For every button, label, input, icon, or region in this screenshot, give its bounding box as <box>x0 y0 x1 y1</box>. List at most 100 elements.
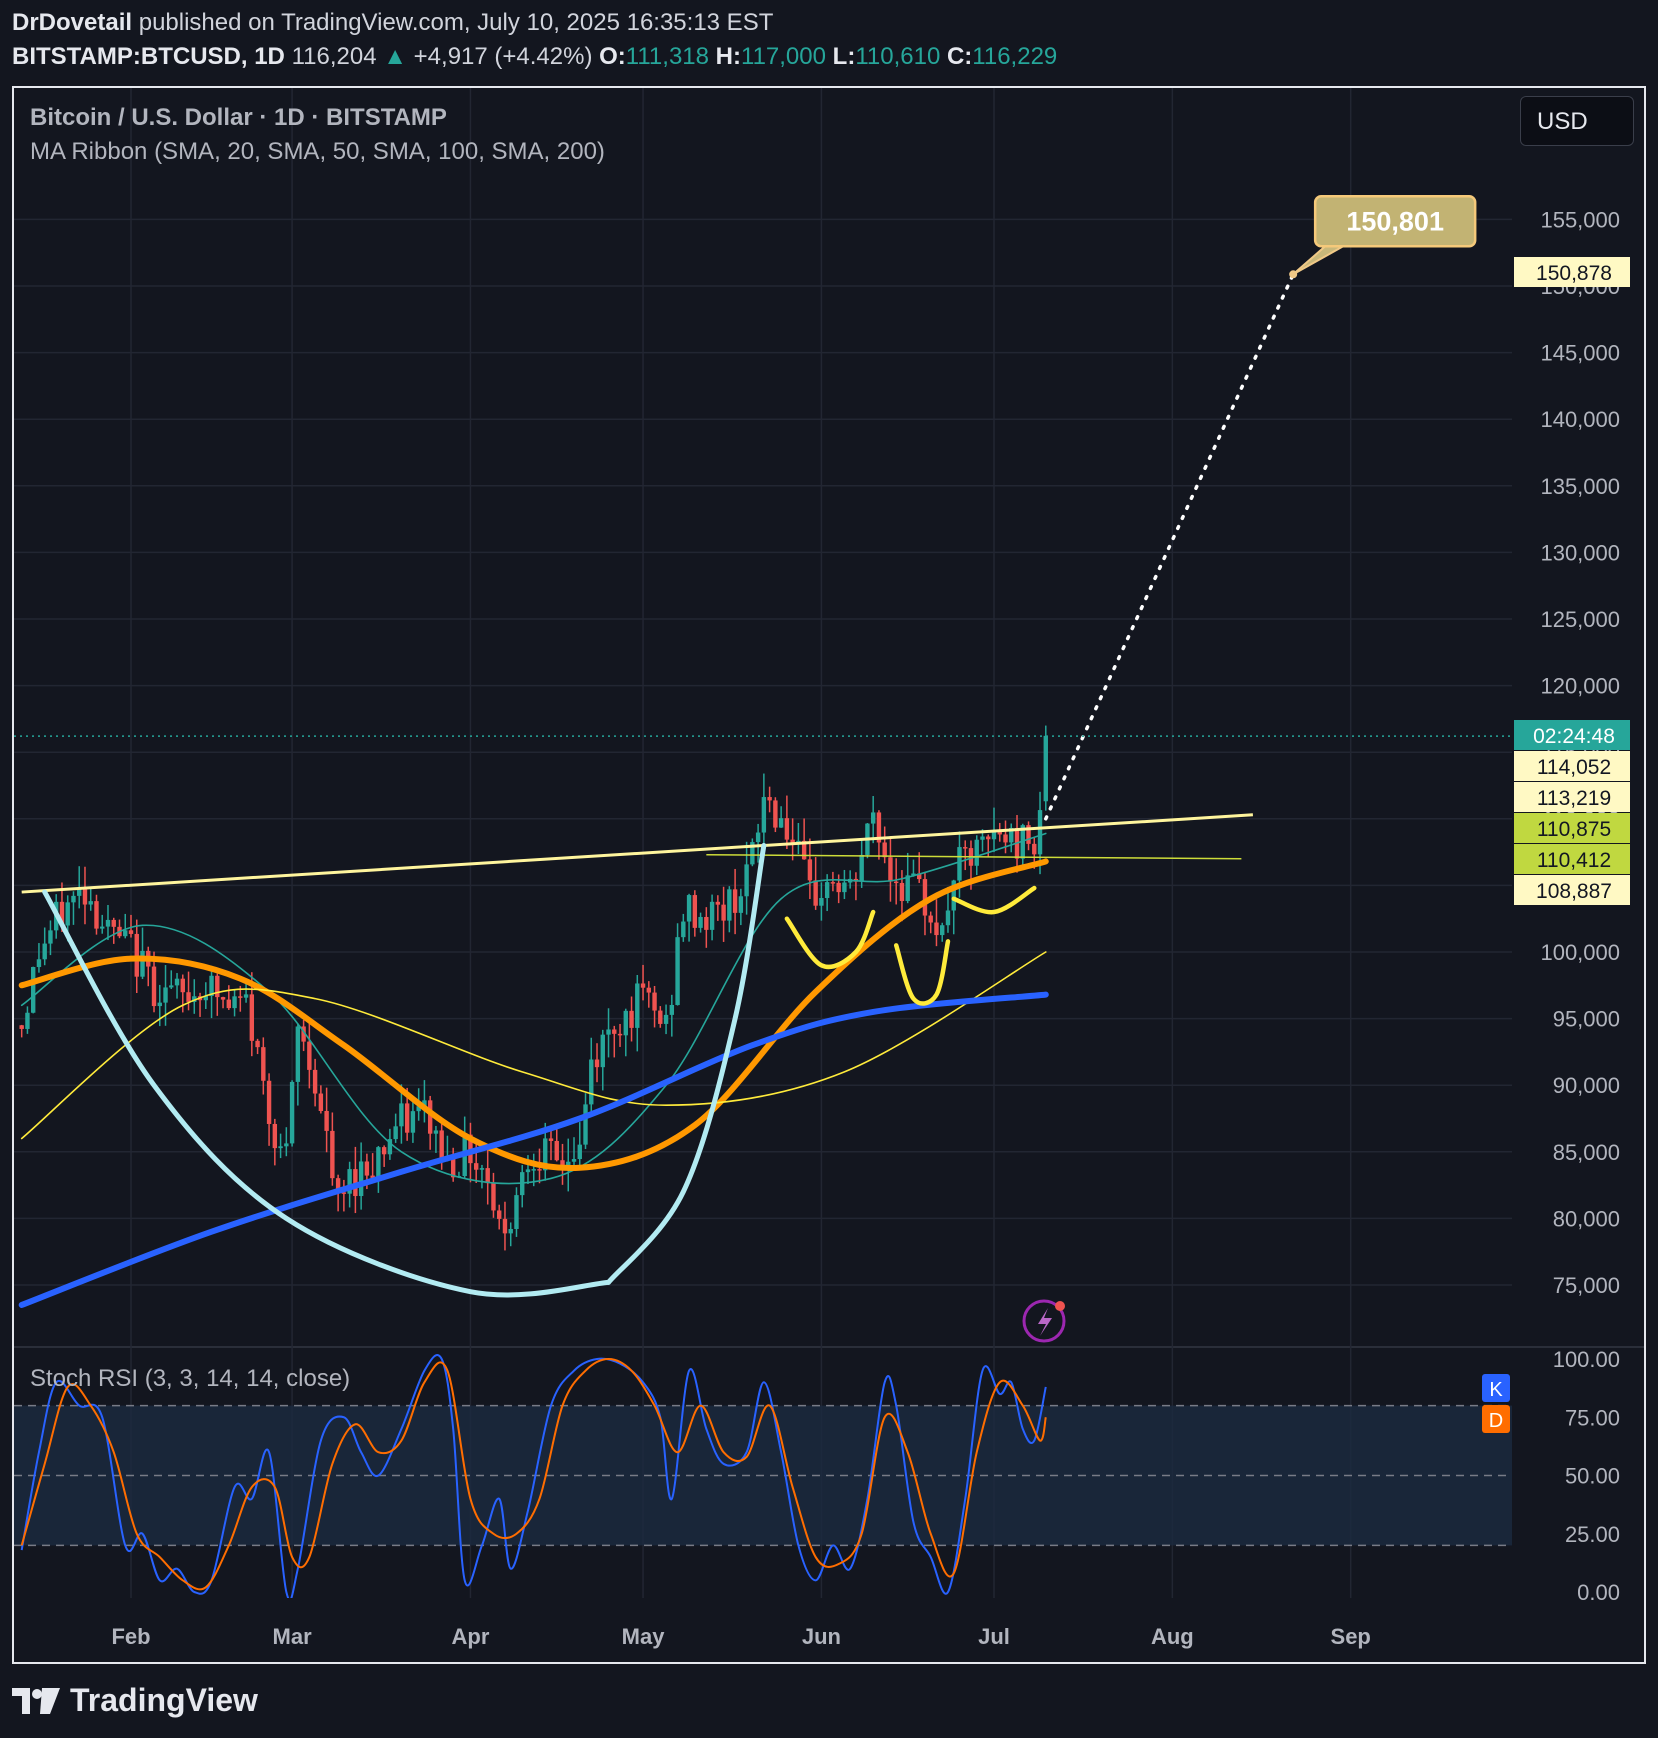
candle-body <box>186 992 191 1002</box>
x-tick-label: May <box>622 1624 666 1649</box>
candle-body <box>807 859 813 881</box>
candle-body <box>255 1040 260 1048</box>
candle-body <box>704 916 709 930</box>
lightning-icon-dot <box>1055 1301 1065 1311</box>
candle-body <box>525 1169 531 1173</box>
candle-body <box>721 904 726 921</box>
price-labels: 150,878 02:24:48 114,052 113,219 110,875 110,… <box>1022 257 1630 1433</box>
candle-body <box>220 997 226 1000</box>
y-tick-label: 145,000 <box>1540 341 1620 366</box>
candle-body <box>307 1041 312 1070</box>
stoch-tick-label: 25.00 <box>1565 1522 1620 1547</box>
x-tick-label: Mar <box>273 1624 313 1649</box>
candle-body <box>491 1183 496 1211</box>
candle-body <box>65 902 70 926</box>
x-tick-label: Jul <box>978 1624 1010 1649</box>
candle-body <box>957 847 962 881</box>
candle-body <box>617 1033 623 1036</box>
candle-body <box>583 1104 588 1145</box>
y-tick-label: 95,000 <box>1553 1007 1620 1032</box>
annotations: 150,801 <box>14 195 1512 1298</box>
chart-screenshot: DrDovetail published on TradingView.com,… <box>0 0 1658 1738</box>
price-tag-label: 114,052 <box>1537 756 1611 779</box>
candle-body <box>180 978 185 993</box>
candle-body <box>945 910 951 926</box>
candle-body <box>1003 834 1008 843</box>
candle-body <box>157 1002 162 1007</box>
candle-body <box>922 879 928 916</box>
candle-body <box>658 1010 663 1024</box>
candle-body <box>888 857 893 882</box>
candle-body <box>842 882 847 893</box>
candle-body <box>669 1004 675 1015</box>
candle-body <box>899 882 905 902</box>
candle-body <box>686 895 692 922</box>
candle-body <box>209 975 214 996</box>
candle-body <box>266 1080 272 1124</box>
candle-body <box>42 943 47 960</box>
candle-body <box>531 1169 536 1171</box>
y-tick-label: 80,000 <box>1553 1206 1620 1231</box>
candle-body <box>589 1059 594 1105</box>
candle-body <box>474 1163 479 1170</box>
stoch-tick-label: 50.00 <box>1565 1464 1620 1489</box>
candle-body <box>278 1146 283 1149</box>
candle-body <box>393 1126 398 1140</box>
candle-body <box>94 901 99 929</box>
ma-line-sma200 <box>18 991 1049 1308</box>
candle-body <box>439 1130 444 1159</box>
candle-body <box>732 889 738 913</box>
candle-body <box>71 895 76 903</box>
candle-body <box>249 994 255 1041</box>
candle-body <box>82 888 88 905</box>
candle-body <box>537 1169 542 1171</box>
y-tick-label: 140,000 <box>1540 407 1620 432</box>
candle-body <box>600 1034 605 1068</box>
candle-body <box>111 919 116 927</box>
candle-body <box>859 854 864 882</box>
candle-body <box>151 966 157 1007</box>
candle-body <box>830 882 836 884</box>
candle-body <box>963 847 968 849</box>
price-tag-label: 110,875 <box>1537 818 1611 841</box>
candle-body <box>606 1029 611 1035</box>
candle-body <box>571 1159 577 1162</box>
candle-body <box>773 800 778 828</box>
candle-body <box>980 836 985 840</box>
candle-body <box>761 797 767 833</box>
tradingview-logo[interactable]: TradingView <box>12 1682 258 1719</box>
candle-body <box>318 1093 324 1111</box>
candle-body <box>1037 810 1043 855</box>
ma-ribbon-legend[interactable]: MA Ribbon (SMA, 20, SMA, 50, SMA, 100, S… <box>30 138 605 166</box>
candle-body <box>698 916 703 928</box>
candle-body <box>502 1218 508 1234</box>
candle-body <box>232 996 237 1009</box>
stoch-rsi-legend[interactable]: Stoch RSI (3, 3, 14, 14, close) <box>30 1365 350 1393</box>
candle-body <box>715 901 721 905</box>
candle-body <box>105 919 111 927</box>
candle-body <box>893 881 899 884</box>
candle-body <box>485 1168 490 1184</box>
candle-body <box>778 818 784 828</box>
candle-body <box>709 901 715 930</box>
candle-body <box>554 1140 559 1161</box>
currency-button[interactable]: USD <box>1520 96 1634 146</box>
candle-body <box>635 983 640 1028</box>
candle-body <box>836 882 841 893</box>
candle-body <box>497 1210 502 1219</box>
tradingview-logo-icon <box>12 1687 60 1714</box>
candle-body <box>652 992 657 1011</box>
price-tag-label: 108,887 <box>1536 880 1612 903</box>
candle-body <box>928 915 933 923</box>
candle-body <box>128 930 134 934</box>
neckline <box>706 854 1242 860</box>
chart-canvas[interactable]: Feb Mar Apr May Jun Jul Aug Sep 75,000 80,000 85,0… <box>0 0 1658 1680</box>
x-tick-label: Apr <box>452 1624 490 1649</box>
candle-body <box>675 937 680 1005</box>
resistance-trendline <box>21 813 1253 894</box>
stoch-tick-label: 75.00 <box>1565 1405 1620 1430</box>
candle-body <box>169 985 174 988</box>
candle-body <box>870 812 876 824</box>
candle-body <box>819 898 824 906</box>
candle-body <box>243 994 249 998</box>
